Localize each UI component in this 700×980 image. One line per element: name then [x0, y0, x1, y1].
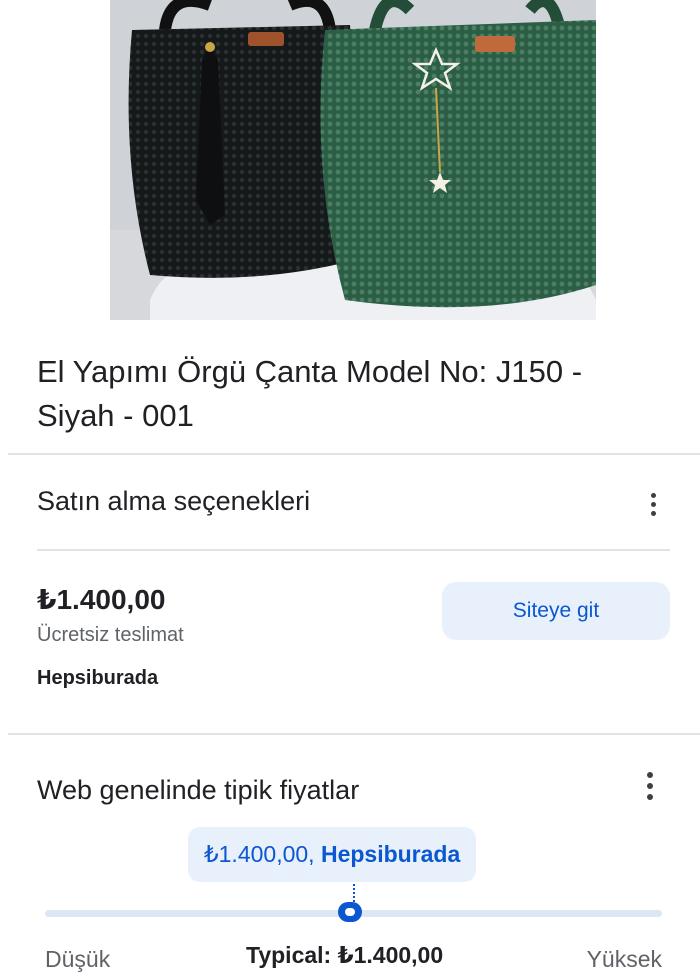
typical-prices-heading: Web genelinde tipik fiyatlar: [37, 775, 360, 805]
seller-name[interactable]: Hepsiburada: [37, 667, 158, 690]
product-title: El Yapımı Örgü Çanta Model No: J150 - Si…: [37, 354, 583, 433]
typical-price-label: Typical: ₺1.400,00: [246, 942, 444, 968]
range-low-label: Düşük: [45, 946, 111, 972]
tooltip-price: ₺1.400,00,: [204, 841, 315, 867]
visit-site-button[interactable]: Siteye git: [442, 582, 670, 640]
range-high-label: Yüksek: [586, 946, 662, 972]
tooltip-seller: Hepsiburada: [320, 841, 461, 867]
offer-price: ₺1.400,00: [37, 584, 166, 615]
shipping-info: Ücretsiz teslimat: [37, 624, 184, 646]
product-image[interactable]: [110, 0, 596, 320]
divider: [8, 453, 700, 455]
purchase-options-heading: Satın alma seçenekleri: [37, 486, 311, 516]
price-range-marker[interactable]: [337, 902, 362, 922]
typical-prices-more-button[interactable]: [638, 768, 662, 804]
divider: [8, 733, 700, 735]
purchase-options-more-button[interactable]: [641, 486, 665, 522]
price-tooltip: ₺1.400,00, Hepsiburada: [188, 827, 477, 882]
more-vert-icon: [647, 772, 653, 778]
more-vert-icon: [650, 492, 656, 498]
divider: [37, 549, 670, 551]
